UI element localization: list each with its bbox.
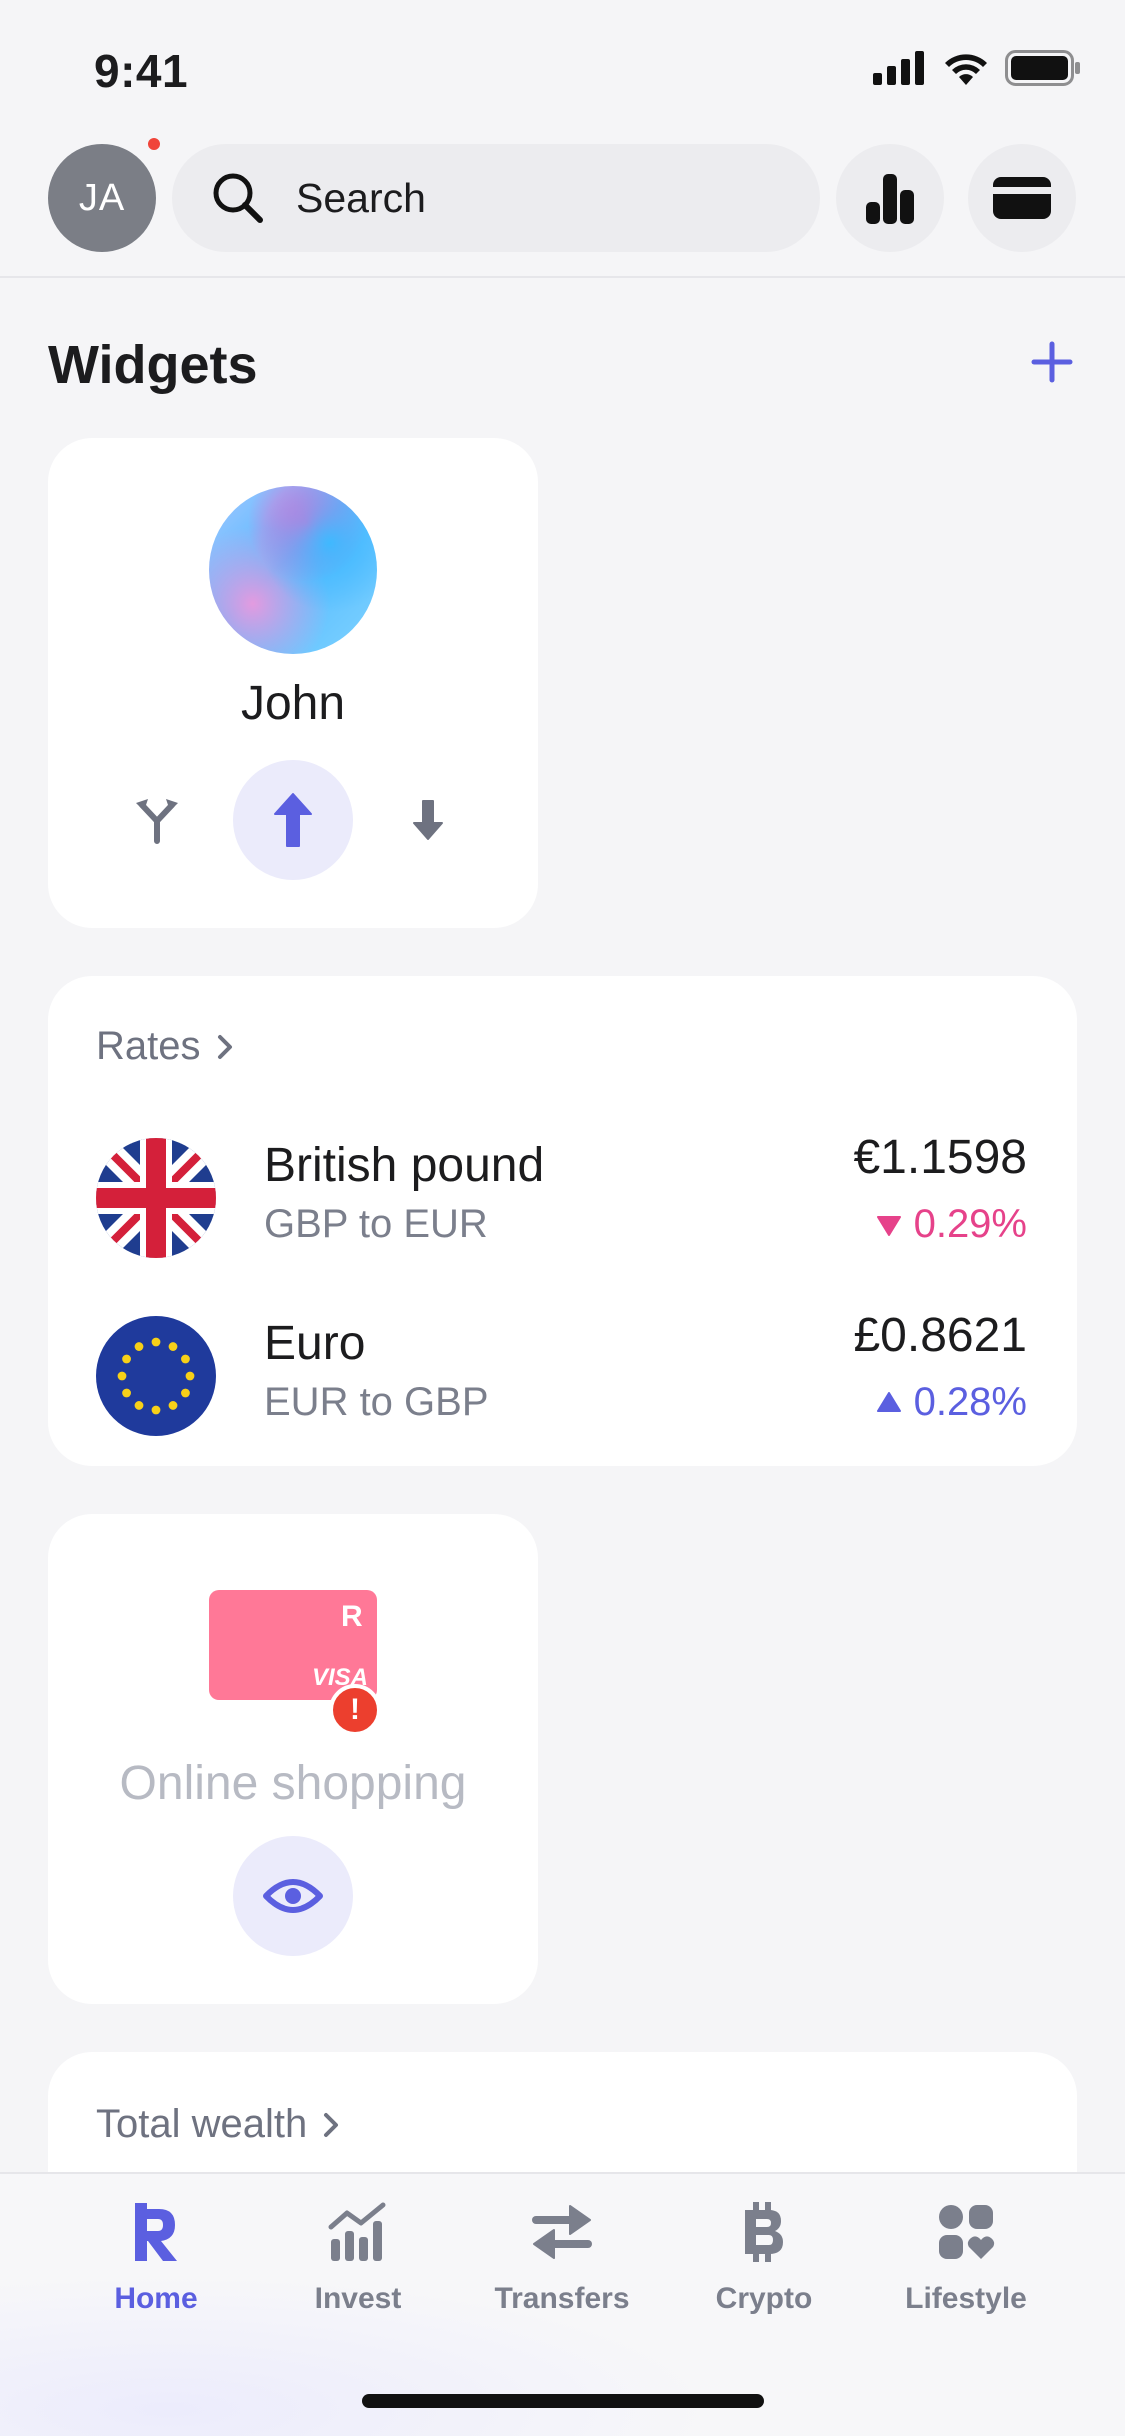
search-icon xyxy=(213,173,263,223)
bitcoin-icon xyxy=(741,2196,787,2268)
show-card-button[interactable] xyxy=(233,1836,353,1956)
cards-button[interactable] xyxy=(968,144,1076,252)
analytics-button[interactable] xyxy=(836,144,944,252)
arrow-up-icon xyxy=(274,793,312,847)
eu-star xyxy=(122,1354,131,1364)
total-wealth-title: Total wealth xyxy=(96,2102,308,2146)
card-icon xyxy=(993,177,1051,219)
lifestyle-icon xyxy=(936,2196,996,2268)
eu-star xyxy=(151,1405,161,1415)
uk-flag-icon xyxy=(96,1138,216,1258)
account-name: John xyxy=(240,677,346,730)
rates-title: Rates xyxy=(96,1024,201,1068)
rate-change-eur: 0.28% xyxy=(876,1380,1027,1425)
signal-icon xyxy=(873,51,924,85)
card-brand-mark: R xyxy=(341,1600,363,1633)
eu-star xyxy=(185,1371,195,1381)
card-label: Online shopping xyxy=(119,1757,467,1810)
eu-star xyxy=(168,1342,178,1351)
arrow-down-icon xyxy=(413,800,443,840)
tab-home-label: Home xyxy=(114,2282,198,2315)
triangle-down-icon xyxy=(876,1215,901,1236)
alert-icon: ! xyxy=(329,1684,381,1736)
tab-crypto[interactable]: Crypto xyxy=(674,2196,854,2316)
receive-button[interactable] xyxy=(368,760,488,880)
profile-avatar[interactable]: JA xyxy=(48,144,156,252)
eu-star xyxy=(134,1342,144,1351)
tab-invest-label: Invest xyxy=(314,2282,402,2315)
eu-star xyxy=(117,1371,127,1381)
tab-invest[interactable]: Invest xyxy=(268,2196,448,2316)
status-time: 9:41 xyxy=(94,45,189,97)
rate-change-eur-value: 0.28% xyxy=(913,1380,1027,1424)
rate-pair-eur: EUR to GBP xyxy=(264,1380,489,1424)
rate-value-eur: £0.8621 xyxy=(853,1309,1027,1362)
chevron-right-icon xyxy=(217,1034,232,1059)
tab-lifestyle-label: Lifestyle xyxy=(905,2282,1027,2315)
account-avatar xyxy=(209,486,377,654)
eu-star xyxy=(168,1401,178,1410)
tab-transfers-label: Transfers xyxy=(494,2282,630,2315)
eu-star xyxy=(151,1337,161,1347)
eu-star xyxy=(181,1388,190,1398)
battery-icon xyxy=(1005,50,1080,86)
triangle-up-icon xyxy=(876,1391,901,1412)
rate-change-gbp-value: 0.29% xyxy=(913,1202,1027,1246)
total-wealth-header[interactable]: Total wealth xyxy=(96,2102,341,2147)
invest-chart-icon xyxy=(327,2196,389,2268)
rates-header[interactable]: Rates xyxy=(96,1024,235,1069)
split-button[interactable] xyxy=(97,760,217,880)
rate-pair-gbp: GBP to EUR xyxy=(264,1202,488,1246)
tab-crypto-label: Crypto xyxy=(715,2282,813,2315)
bar-chart-icon xyxy=(866,174,914,224)
tab-home[interactable]: Home xyxy=(66,2196,246,2316)
rate-change-gbp: 0.29% xyxy=(876,1202,1027,1247)
tab-lifestyle[interactable]: Lifestyle xyxy=(876,2196,1056,2316)
widgets-title: Widgets xyxy=(48,335,258,395)
rate-value-gbp: €1.1598 xyxy=(853,1131,1027,1184)
wifi-icon xyxy=(945,54,987,85)
eu-flag-icon xyxy=(96,1316,216,1436)
rate-name-gbp: British pound xyxy=(264,1139,545,1192)
rate-name-eur: Euro xyxy=(264,1317,366,1370)
search-bar[interactable]: Search xyxy=(172,144,820,252)
revolut-r-icon xyxy=(131,2196,181,2268)
search-placeholder: Search xyxy=(296,174,426,221)
split-icon xyxy=(136,799,178,844)
status-icons xyxy=(873,50,1081,86)
transfer-arrows-icon xyxy=(530,2196,594,2268)
notification-dot xyxy=(146,136,162,152)
home-indicator xyxy=(362,2394,764,2408)
tab-transfers[interactable]: Transfers xyxy=(472,2196,652,2316)
chevron-right-icon xyxy=(324,2112,339,2137)
eu-star xyxy=(122,1388,131,1398)
eu-star xyxy=(181,1354,190,1364)
send-button[interactable] xyxy=(233,760,353,880)
add-widget-icon[interactable] xyxy=(1030,340,1074,384)
eu-star xyxy=(134,1401,144,1410)
eye-icon xyxy=(263,1879,323,1913)
